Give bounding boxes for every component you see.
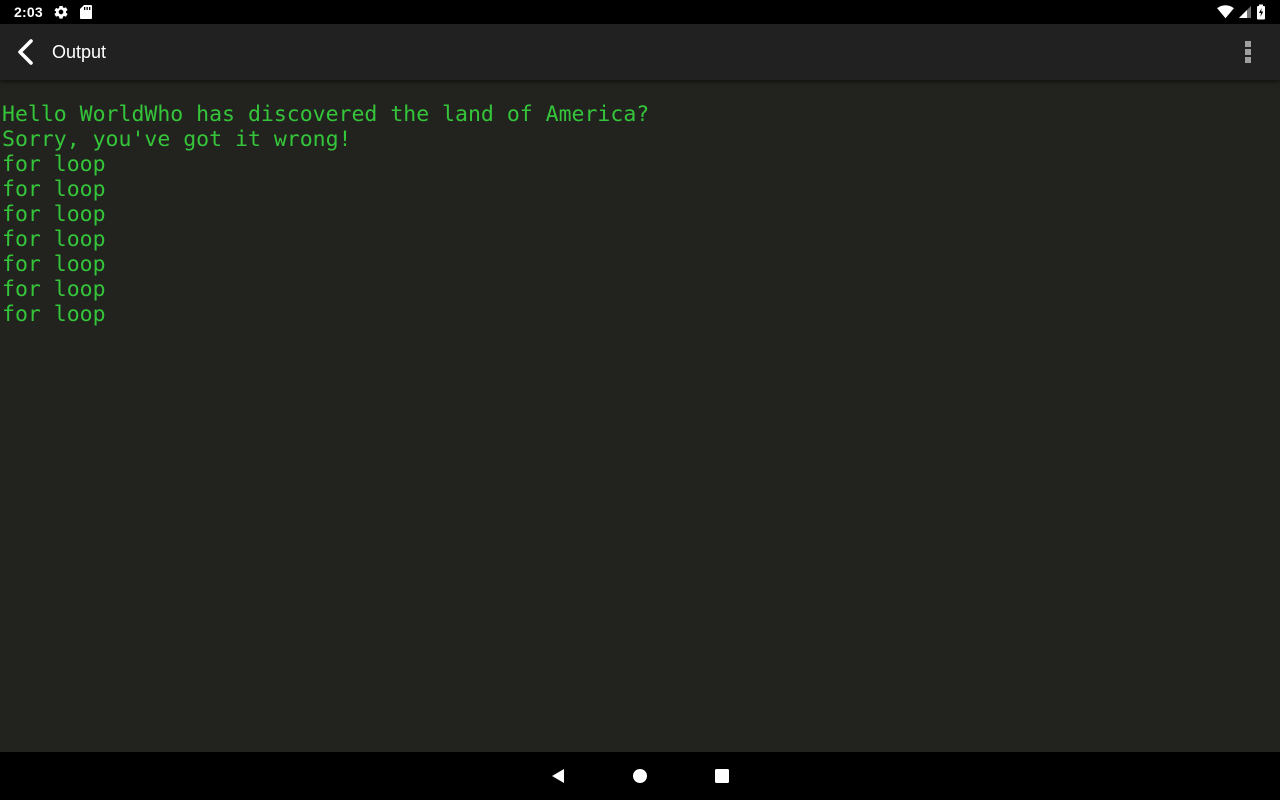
output-line: for loop (2, 252, 106, 277)
home-circle-icon (632, 768, 648, 784)
status-bar: 2:03 (0, 0, 1280, 24)
sd-card-icon (79, 4, 93, 20)
output-line: for loop (2, 152, 106, 177)
back-triangle-icon (550, 768, 566, 784)
cell-signal-icon (1238, 5, 1252, 19)
output-line: for loop (2, 177, 106, 202)
output-line: for loop (2, 302, 106, 327)
back-button[interactable] (0, 24, 52, 80)
output-line: Hello WorldWho has discovered the land o… (2, 102, 650, 127)
output-line: Sorry, you've got it wrong! (2, 127, 352, 152)
more-options-button[interactable] (1216, 24, 1280, 80)
page-title: Output (52, 41, 107, 62)
settings-gear-icon (53, 4, 69, 20)
nav-back-button[interactable] (518, 752, 598, 800)
nav-home-button[interactable] (600, 752, 680, 800)
chevron-left-icon (14, 38, 38, 66)
output-line: for loop (2, 227, 106, 252)
wifi-icon (1217, 5, 1234, 19)
output-line: for loop (2, 277, 106, 302)
battery-icon (1256, 4, 1266, 20)
navigation-bar (0, 752, 1280, 800)
console-output: Hello WorldWho has discovered the land o… (0, 80, 1280, 752)
recents-square-icon (714, 768, 730, 784)
status-right (1217, 4, 1266, 20)
more-vertical-icon (1244, 40, 1252, 64)
nav-recents-button[interactable] (682, 752, 762, 800)
status-left: 2:03 (14, 4, 93, 20)
status-time: 2:03 (14, 4, 43, 20)
output-line: for loop (2, 202, 106, 227)
app-bar: Output (0, 24, 1280, 80)
